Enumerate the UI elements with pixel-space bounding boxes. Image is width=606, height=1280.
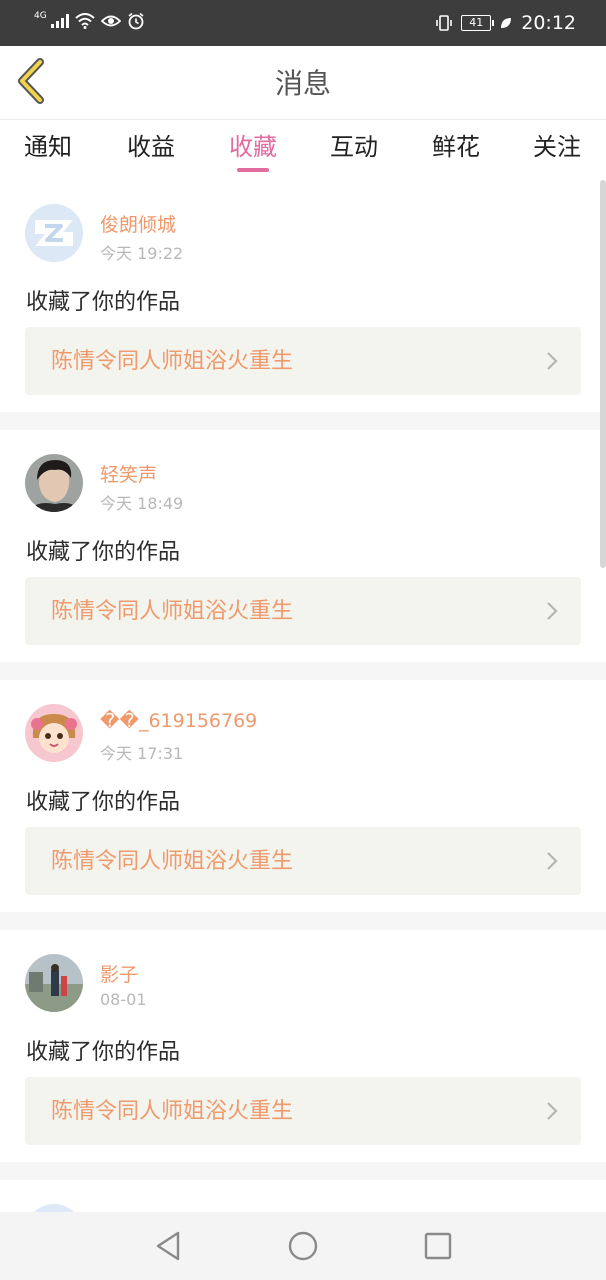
battery-level: 41 bbox=[469, 16, 484, 29]
clock: 20:12 bbox=[521, 12, 576, 34]
app-header: 消息 bbox=[0, 46, 606, 120]
network-type: 4G bbox=[34, 11, 47, 21]
chevron-right-icon bbox=[547, 852, 558, 870]
tab-label: 互动 bbox=[330, 133, 378, 161]
battery-icon: 41 bbox=[461, 15, 495, 31]
system-nav-bar bbox=[0, 1212, 606, 1280]
card-separator bbox=[0, 912, 606, 930]
cartoon-avatar-icon bbox=[25, 704, 83, 762]
avatar[interactable] bbox=[25, 454, 83, 512]
back-chevron-icon bbox=[18, 58, 44, 104]
timestamp: 今天 19:22 bbox=[100, 244, 184, 263]
tab-favorites[interactable]: 收藏 bbox=[225, 120, 281, 178]
tab-interactions[interactable]: 互动 bbox=[326, 120, 382, 178]
tab-bar: 通知 收益 收藏 互动 鲜花 关注 bbox=[0, 120, 606, 178]
vibrate-icon bbox=[436, 15, 453, 31]
work-link[interactable]: 陈情令同人师姐浴火重生 bbox=[25, 1077, 581, 1145]
timestamp: 今天 18:49 bbox=[100, 494, 184, 513]
tab-flowers[interactable]: 鲜花 bbox=[428, 120, 484, 178]
chevron-right-icon bbox=[547, 1102, 558, 1120]
action-text: 收藏了你的作品 bbox=[26, 290, 181, 315]
username[interactable]: 轻笑声 bbox=[100, 460, 157, 487]
username[interactable]: 俊朗倾城 bbox=[100, 210, 176, 237]
timestamp: 今天 17:31 bbox=[100, 744, 184, 763]
nav-home-icon bbox=[288, 1231, 318, 1261]
action-text: 收藏了你的作品 bbox=[26, 540, 181, 565]
tab-label: 通知 bbox=[24, 133, 72, 161]
message-card: 轻笑声 今天 18:49 收藏了你的作品 陈情令同人师姐浴火重生 bbox=[0, 430, 606, 662]
action-text: 收藏了你的作品 bbox=[26, 1040, 181, 1065]
tab-label: 关注 bbox=[533, 133, 581, 161]
card-separator bbox=[0, 1162, 606, 1180]
message-card: 影子 08-01 收藏了你的作品 陈情令同人师姐浴火重生 bbox=[0, 930, 606, 1162]
tab-label: 鲜花 bbox=[432, 133, 480, 161]
avatar[interactable] bbox=[25, 204, 83, 262]
message-card-partial bbox=[0, 1180, 606, 1212]
work-link[interactable]: 陈情令同人师姐浴火重生 bbox=[25, 577, 581, 645]
wifi-icon bbox=[75, 13, 95, 29]
card-separator bbox=[0, 662, 606, 680]
avatar[interactable] bbox=[25, 704, 83, 762]
work-link[interactable]: 陈情令同人师姐浴火重生 bbox=[25, 327, 581, 395]
user-photo-icon bbox=[25, 454, 83, 512]
avatar[interactable] bbox=[25, 954, 83, 1012]
tab-notifications[interactable]: 通知 bbox=[20, 120, 76, 178]
nav-recents-button[interactable] bbox=[420, 1228, 456, 1264]
nav-back-button[interactable] bbox=[150, 1228, 186, 1264]
nav-back-icon bbox=[156, 1231, 180, 1261]
chevron-right-icon bbox=[547, 352, 558, 370]
alarm-icon bbox=[128, 12, 144, 30]
status-left: 4G bbox=[34, 12, 145, 30]
username[interactable]: ��_619156769 bbox=[100, 710, 257, 732]
work-title: 陈情令同人师姐浴火重生 bbox=[51, 349, 294, 374]
timestamp: 08-01 bbox=[100, 990, 147, 1009]
leaf-icon bbox=[501, 18, 512, 28]
tab-label: 收藏 bbox=[229, 133, 277, 161]
eye-icon bbox=[100, 15, 121, 27]
back-button[interactable] bbox=[14, 58, 54, 108]
tab-label: 收益 bbox=[127, 133, 175, 161]
scrollbar[interactable] bbox=[600, 180, 606, 568]
work-title: 陈情令同人师姐浴火重生 bbox=[51, 1099, 294, 1124]
status-right: 41 20:12 bbox=[435, 12, 576, 34]
action-text: 收藏了你的作品 bbox=[26, 790, 181, 815]
tab-earnings[interactable]: 收益 bbox=[123, 120, 179, 178]
active-tab-indicator bbox=[237, 168, 269, 172]
message-card: ��_619156769 今天 17:31 收藏了你的作品 陈情令同人师姐浴火重… bbox=[0, 680, 606, 912]
work-link[interactable]: 陈情令同人师姐浴火重生 bbox=[25, 827, 581, 895]
message-card: 俊朗倾城 今天 19:22 收藏了你的作品 陈情令同人师姐浴火重生 bbox=[0, 180, 606, 412]
work-title: 陈情令同人师姐浴火重生 bbox=[51, 599, 294, 624]
page-title: 消息 bbox=[274, 67, 331, 100]
card-separator bbox=[0, 412, 606, 430]
username[interactable]: 影子 bbox=[100, 960, 138, 987]
default-avatar-icon bbox=[25, 204, 83, 262]
nav-home-button[interactable] bbox=[285, 1228, 321, 1264]
work-title: 陈情令同人师姐浴火重生 bbox=[51, 849, 294, 874]
user-photo-icon bbox=[25, 954, 83, 1012]
avatar[interactable] bbox=[25, 1204, 83, 1212]
tab-following[interactable]: 关注 bbox=[529, 120, 585, 178]
chevron-right-icon bbox=[547, 602, 558, 620]
signal-icon bbox=[50, 14, 69, 28]
status-bar: 4G 41 20:12 bbox=[0, 0, 606, 46]
nav-recents-icon bbox=[424, 1232, 452, 1260]
